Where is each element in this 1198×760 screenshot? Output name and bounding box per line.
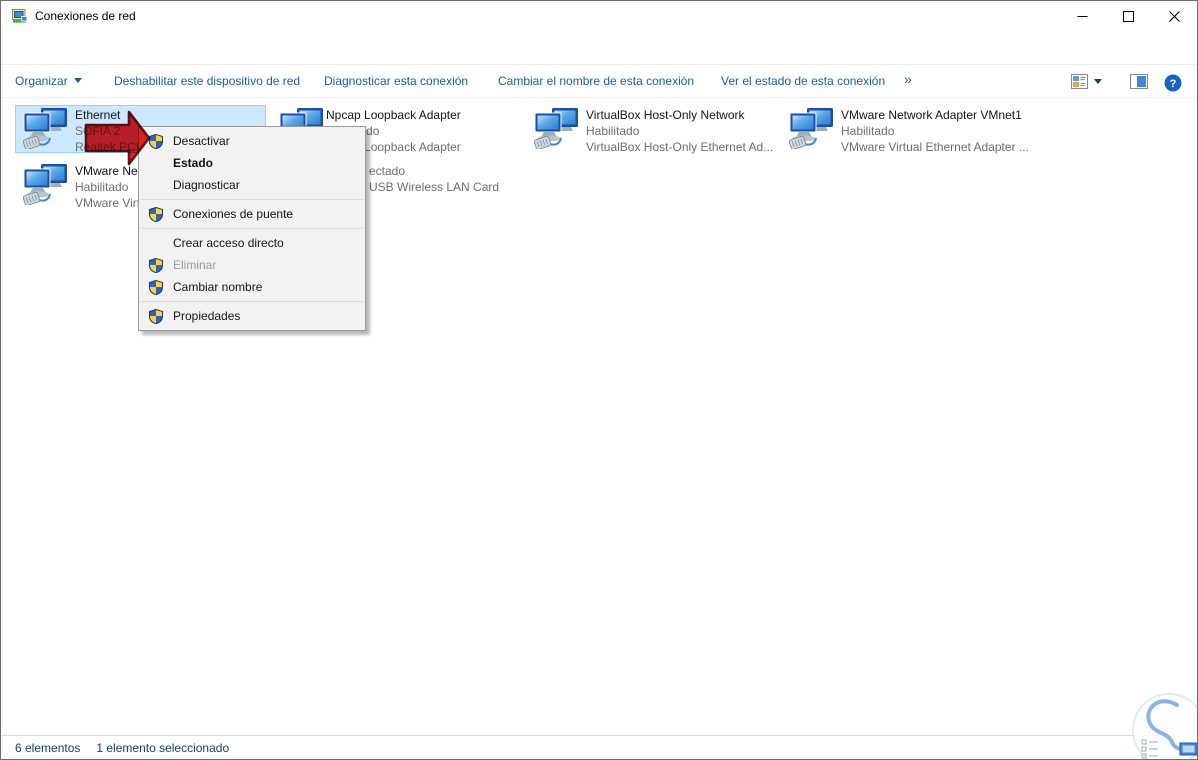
menu-item-cambiar-nombre[interactable]: Cambiar nombre xyxy=(139,276,365,298)
close-button[interactable] xyxy=(1151,1,1197,31)
menu-separator xyxy=(141,228,363,229)
adapter-status: Habilitado xyxy=(586,124,640,138)
organize-menu-button[interactable]: Organizar xyxy=(15,74,82,88)
organize-label: Organizar xyxy=(15,74,68,88)
adapter-device: VMware Virtual Ethernet Adapter ... xyxy=(841,140,1029,154)
context-menu: Desactivar Estado Diagnosticar Conexione… xyxy=(138,126,366,331)
triangle-down-icon xyxy=(73,78,82,83)
items-count: 6 elementos xyxy=(15,740,81,755)
menu-item-label: Estado xyxy=(173,156,214,170)
menu-item-label: Diagnosticar xyxy=(173,178,240,192)
adapter-item-vmnet1[interactable]: VMware Network Adapter VMnet1 Habilitado… xyxy=(789,106,1045,158)
adapter-status: ectado xyxy=(369,164,406,178)
minimize-button[interactable] xyxy=(1059,1,1105,31)
view-options-button[interactable] xyxy=(1071,74,1102,89)
help-button[interactable]: ? xyxy=(1164,74,1182,92)
uac-shield-icon xyxy=(148,279,164,295)
close-icon xyxy=(1168,10,1180,22)
menu-item-label: Conexiones de puente xyxy=(173,207,294,221)
triangle-down-icon xyxy=(1094,79,1102,84)
window-controls xyxy=(1059,1,1197,31)
command-rename-connection[interactable]: Cambiar el nombre de esta conexión xyxy=(498,74,694,88)
red-arrow-annotation xyxy=(84,110,151,166)
adapter-name: VMware Network Adapter VMnet1 xyxy=(841,108,1022,122)
adapter-name: Npcap Loopback Adapter xyxy=(326,108,461,122)
menu-separator xyxy=(141,199,363,200)
network-folder-icon xyxy=(12,8,28,24)
adapter-device: VirtualBox Host-Only Ethernet Ad... xyxy=(586,140,774,154)
window-title: Conexiones de red xyxy=(35,9,136,23)
titlebar: Conexiones de red xyxy=(1,1,1197,31)
network-adapter-icon xyxy=(789,107,835,149)
navigation-bar: › Panel de control › Redes e Internet › … xyxy=(1,31,1197,91)
network-adapter-icon xyxy=(23,163,69,205)
adapter-name: VirtualBox Host-Only Network xyxy=(586,108,745,122)
minimize-icon xyxy=(1077,15,1087,17)
menu-item-estado[interactable]: Estado xyxy=(139,152,365,174)
menu-item-propiedades[interactable]: Propiedades xyxy=(139,305,365,327)
list-view-icon xyxy=(1071,74,1088,89)
network-connections-window: Conexiones de red › xyxy=(0,0,1198,760)
uac-shield-icon xyxy=(148,257,164,273)
menu-item-crear-acceso-directo[interactable]: Crear acceso directo xyxy=(139,232,365,254)
menu-item-label: Eliminar xyxy=(173,258,217,272)
adapter-device: USB Wireless LAN Card xyxy=(369,180,500,194)
adapter-item-virtualbox[interactable]: VirtualBox Host-Only Network Habilitado … xyxy=(534,106,790,158)
menu-item-label: Propiedades xyxy=(173,309,241,323)
uac-shield-icon xyxy=(148,206,164,222)
command-view-status[interactable]: Ver el estado de esta conexión xyxy=(721,74,885,88)
help-icon: ? xyxy=(1164,74,1182,92)
command-disable-device[interactable]: Deshabilitar este dispositivo de red xyxy=(114,74,300,88)
adapters-area: Ethernet SOFIA 2 Realtek PCIe Npcap Loop… xyxy=(1,98,1197,735)
command-overflow-button[interactable]: » xyxy=(904,71,912,87)
status-bar: 6 elementos 1 elemento seleccionado xyxy=(1,735,1197,759)
adapter-device: VMware Virt xyxy=(75,196,141,210)
command-bar: Organizar Deshabilitar este dispositivo … xyxy=(1,64,1197,98)
menu-item-eliminar[interactable]: Eliminar xyxy=(139,254,365,276)
menu-separator xyxy=(141,301,363,302)
menu-item-diagnosticar[interactable]: Diagnosticar xyxy=(139,174,365,196)
menu-item-conexiones-de-puente[interactable]: Conexiones de puente xyxy=(139,203,365,225)
adapter-status: Habilitado xyxy=(75,180,129,194)
network-adapter-icon xyxy=(534,107,580,149)
menu-item-desactivar[interactable]: Desactivar xyxy=(139,130,365,152)
adapter-status: Habilitado xyxy=(841,124,895,138)
preview-pane-button[interactable] xyxy=(1130,74,1148,89)
command-diagnose-connection[interactable]: Diagnosticar esta conexión xyxy=(324,74,468,88)
menu-item-label: Desactivar xyxy=(173,134,230,148)
maximize-button[interactable] xyxy=(1105,1,1151,31)
maximize-icon xyxy=(1122,10,1134,22)
svg-text:?: ? xyxy=(1170,78,1177,90)
selected-count: 1 elemento seleccionado xyxy=(96,740,230,755)
network-adapter-icon xyxy=(23,107,69,149)
menu-item-label: Crear acceso directo xyxy=(173,236,284,250)
uac-shield-icon xyxy=(148,308,164,324)
preview-pane-icon xyxy=(1130,74,1148,89)
menu-item-label: Cambiar nombre xyxy=(173,280,263,294)
